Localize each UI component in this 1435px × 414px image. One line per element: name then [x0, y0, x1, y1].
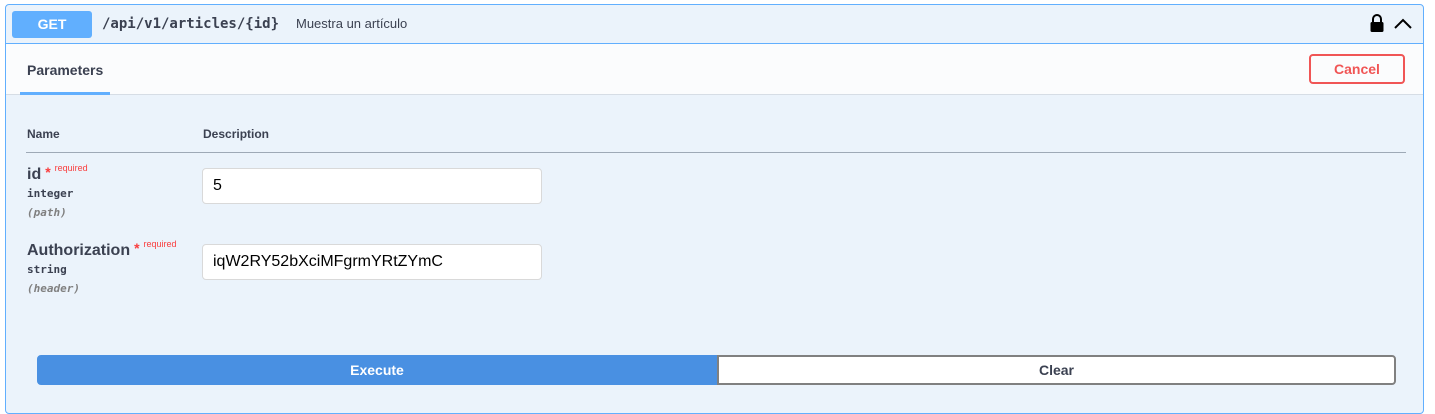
endpoint-path: /api/v1/articles/{id} — [102, 16, 280, 32]
authorization-input[interactable] — [202, 244, 542, 280]
param-name-id-label: id — [27, 166, 42, 183]
operation-block: GET /api/v1/articles/{id} Muestra un art… — [5, 4, 1424, 414]
required-label: required — [54, 163, 88, 173]
required-asterisk: * — [45, 164, 51, 180]
operation-summary[interactable]: GET /api/v1/articles/{id} Muestra un art… — [6, 5, 1423, 44]
required-asterisk: * — [134, 240, 140, 256]
param-type-authorization: string — [27, 263, 67, 276]
param-type-id: integer — [27, 187, 74, 200]
http-method-badge: GET — [12, 11, 92, 38]
clear-button[interactable]: Clear — [717, 355, 1396, 385]
cancel-button[interactable]: Cancel — [1309, 54, 1405, 84]
param-name-authorization-label: Authorization — [27, 242, 131, 259]
endpoint-description: Muestra un artículo — [296, 16, 408, 31]
parameters-header: Parameters Cancel — [6, 44, 1423, 95]
tab-parameters-label: Parameters — [27, 62, 104, 78]
column-header-description: Description — [203, 127, 270, 141]
lock-icon[interactable] — [1369, 13, 1385, 33]
execute-wrapper: Execute Clear — [37, 355, 1396, 385]
tab-parameters[interactable]: Parameters — [20, 44, 110, 95]
id-input[interactable] — [202, 168, 542, 204]
required-label: required — [143, 239, 177, 249]
param-in-id: (path) — [27, 206, 67, 219]
chevron-up-icon[interactable] — [1393, 14, 1413, 34]
column-header-name: Name — [27, 127, 60, 141]
execute-button[interactable]: Execute — [37, 355, 717, 385]
param-name-id: id * required — [27, 163, 88, 184]
table-header-divider — [26, 152, 1406, 153]
param-in-authorization: (header) — [27, 282, 80, 295]
param-name-authorization: Authorization * required — [27, 239, 177, 260]
